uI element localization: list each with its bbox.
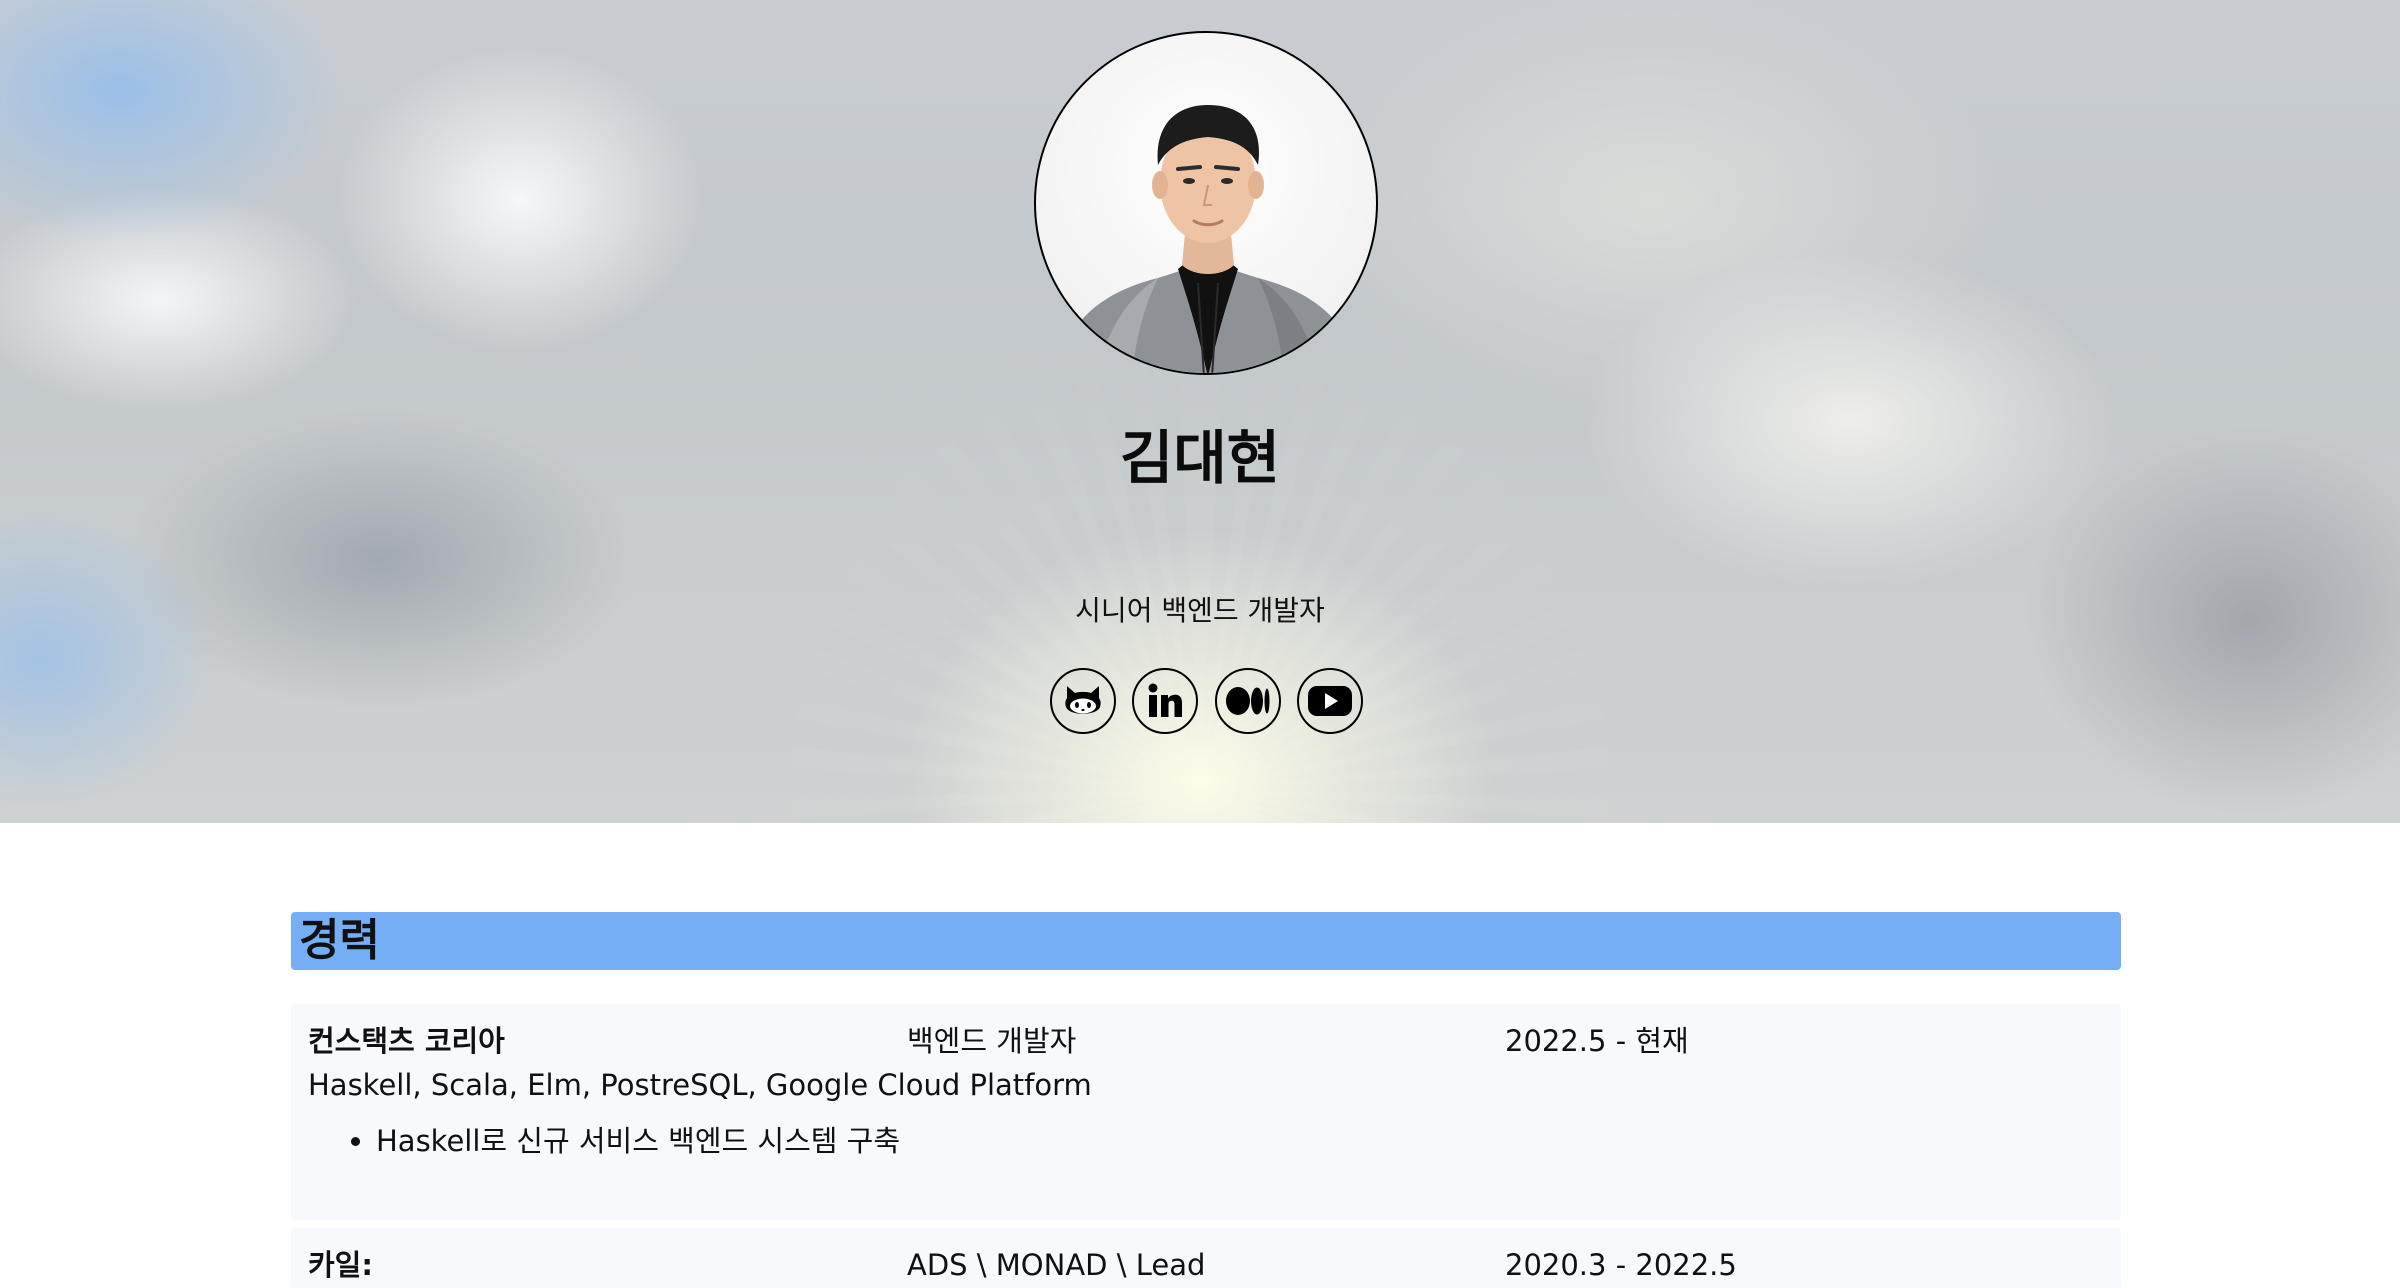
- job-period: 2020.3 - 2022.5: [1505, 1248, 1737, 1282]
- job-card: 컨스택츠 코리아 백엔드 개발자 2022.5 - 현재 Haskell, Sc…: [291, 1004, 2121, 1220]
- youtube-icon: [1307, 686, 1352, 716]
- job-company: 카일:: [308, 1248, 373, 1282]
- profile-tagline: 시니어 백엔드 개발자: [1075, 594, 1325, 627]
- job-period: 2022.5 - 현재: [1505, 1024, 1689, 1058]
- profile-name: 김대현: [1119, 424, 1281, 492]
- github-link[interactable]: [1050, 668, 1116, 734]
- medium-icon: [1225, 687, 1270, 715]
- linkedin-icon: [1148, 683, 1183, 717]
- profile-photo: [1056, 105, 1360, 373]
- avatar: [1034, 31, 1378, 375]
- medium-link[interactable]: [1214, 668, 1281, 734]
- job-tech-stack: Haskell, Scala, Elm, PostreSQL, Google C…: [308, 1068, 1092, 1102]
- hero-banner: 김대현 시니어 백엔드 개발자: [0, 0, 2400, 823]
- job-achievement-item: Haskell로 신규 서비스 백엔드 시스템 구축: [376, 1120, 900, 1162]
- github-icon: [1065, 686, 1101, 714]
- youtube-link[interactable]: [1296, 668, 1363, 734]
- job-role: ADS \ MONAD \ Lead: [907, 1248, 1206, 1282]
- job-achievements: Haskell로 신규 서비스 백엔드 시스템 구축: [341, 1120, 900, 1162]
- job-card: 카일: ADS \ MONAD \ Lead 2020.3 - 2022.5: [291, 1228, 2121, 1288]
- linkedin-link[interactable]: [1132, 668, 1199, 734]
- job-company: 컨스택츠 코리아: [308, 1024, 505, 1058]
- social-links: [1050, 668, 1363, 734]
- job-role: 백엔드 개발자: [907, 1024, 1077, 1058]
- section-title-career: 경력: [291, 912, 2121, 970]
